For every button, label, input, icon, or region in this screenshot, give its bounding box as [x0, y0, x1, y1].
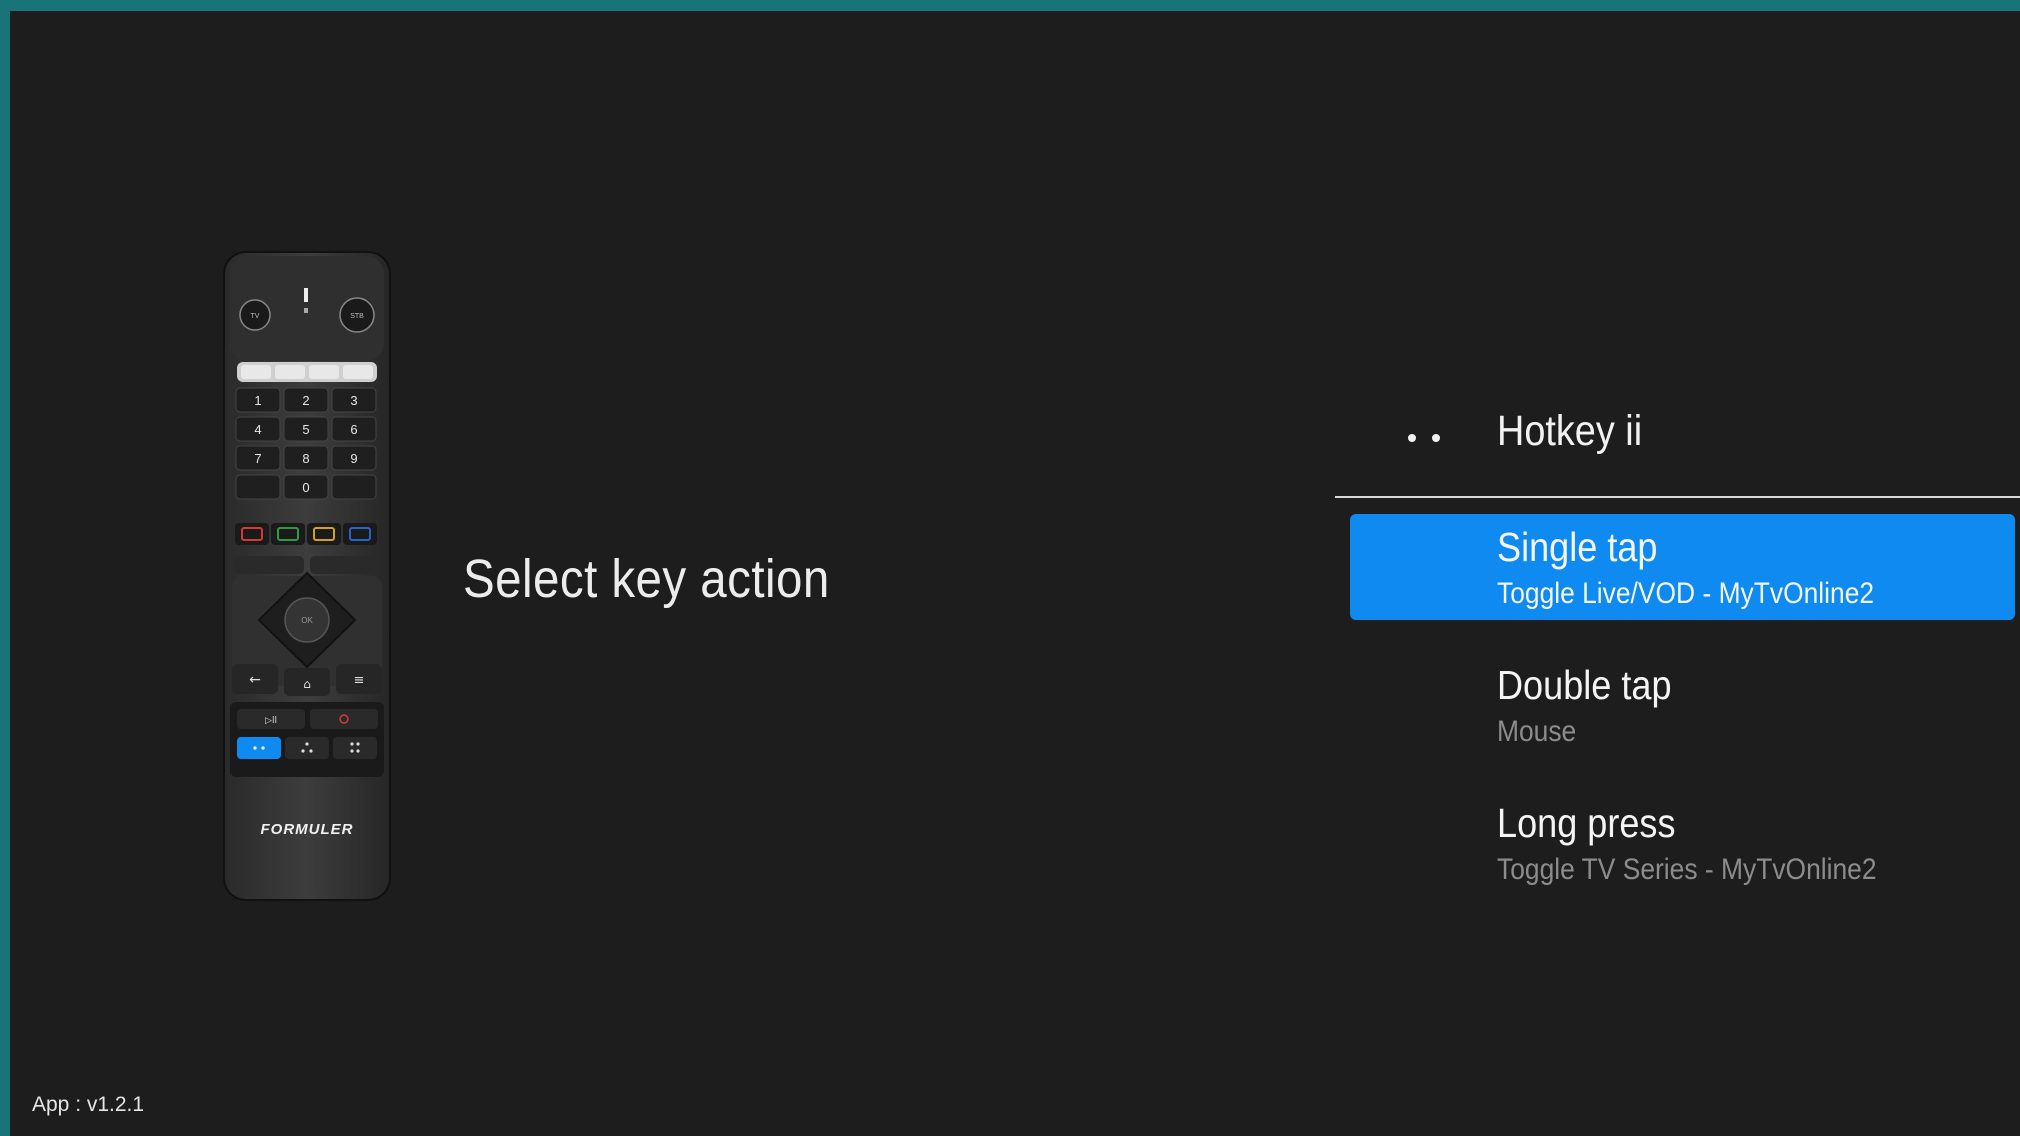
remote-key-label: 6 — [350, 422, 357, 437]
app-version: App : v1.2.1 — [32, 1093, 145, 1116]
remote-stb-label: STB — [350, 313, 364, 320]
page-title: Select key action — [463, 549, 830, 609]
remote-hotkey-ii-highlight — [237, 737, 281, 759]
remote-key-label: 1 — [254, 393, 261, 408]
option-single-tap[interactable]: Single tap Toggle Live/VOD - MyTvOnline2 — [1350, 514, 2015, 620]
remote-key-label: 5 — [302, 422, 309, 437]
option-double-tap[interactable]: Double tap Mouse — [1350, 652, 2015, 758]
svg-text:▷ll: ▷ll — [265, 716, 277, 726]
option-label: Double tap — [1497, 662, 1672, 708]
remote-tv-label: TV — [251, 313, 260, 320]
remote-side-key — [331, 474, 377, 500]
svg-text:⌂: ⌂ — [303, 677, 311, 691]
remote-brand-logo: FORMULER — [261, 821, 354, 838]
option-long-press[interactable]: Long press Toggle TV Series - MyTvOnline… — [1350, 790, 2015, 896]
remote-key-label: 9 — [350, 451, 357, 466]
option-label: Single tap — [1497, 524, 1658, 570]
two-dots-icon — [1404, 421, 1444, 451]
remote-key-label: 8 — [302, 451, 309, 466]
remote-illustration: TV STB 1 2 3 4 5 6 7 8 9 0 OK ← ⌂ ≡ ▷ll FOR… — [223, 251, 391, 901]
svg-text:OK: OK — [301, 616, 313, 625]
svg-text:←: ← — [249, 672, 261, 688]
option-value: Mouse — [1497, 715, 1577, 748]
remote-side-key — [235, 474, 281, 500]
hotkey-header: Hotkey ii — [1335, 395, 2020, 495]
remote-control-image: TV STB 1 2 3 4 5 6 7 8 9 0 OK ← ⌂ ≡ ▷ll FORMULER — [222, 250, 392, 905]
remote-key-label: 3 — [350, 393, 357, 408]
option-value: Toggle TV Series - MyTvOnline2 — [1497, 853, 1877, 886]
remote-key-label: 7 — [254, 451, 261, 466]
remote-key-label: 4 — [254, 422, 261, 437]
option-label: Long press — [1497, 800, 1676, 846]
hotkey-title: Hotkey ii — [1497, 407, 1643, 455]
remote-key-label: 2 — [302, 393, 309, 408]
remote-key-label: 0 — [302, 480, 309, 495]
option-value: Toggle Live/VOD - MyTvOnline2 — [1497, 577, 1875, 610]
svg-text:≡: ≡ — [354, 673, 365, 688]
divider — [1335, 496, 2020, 498]
